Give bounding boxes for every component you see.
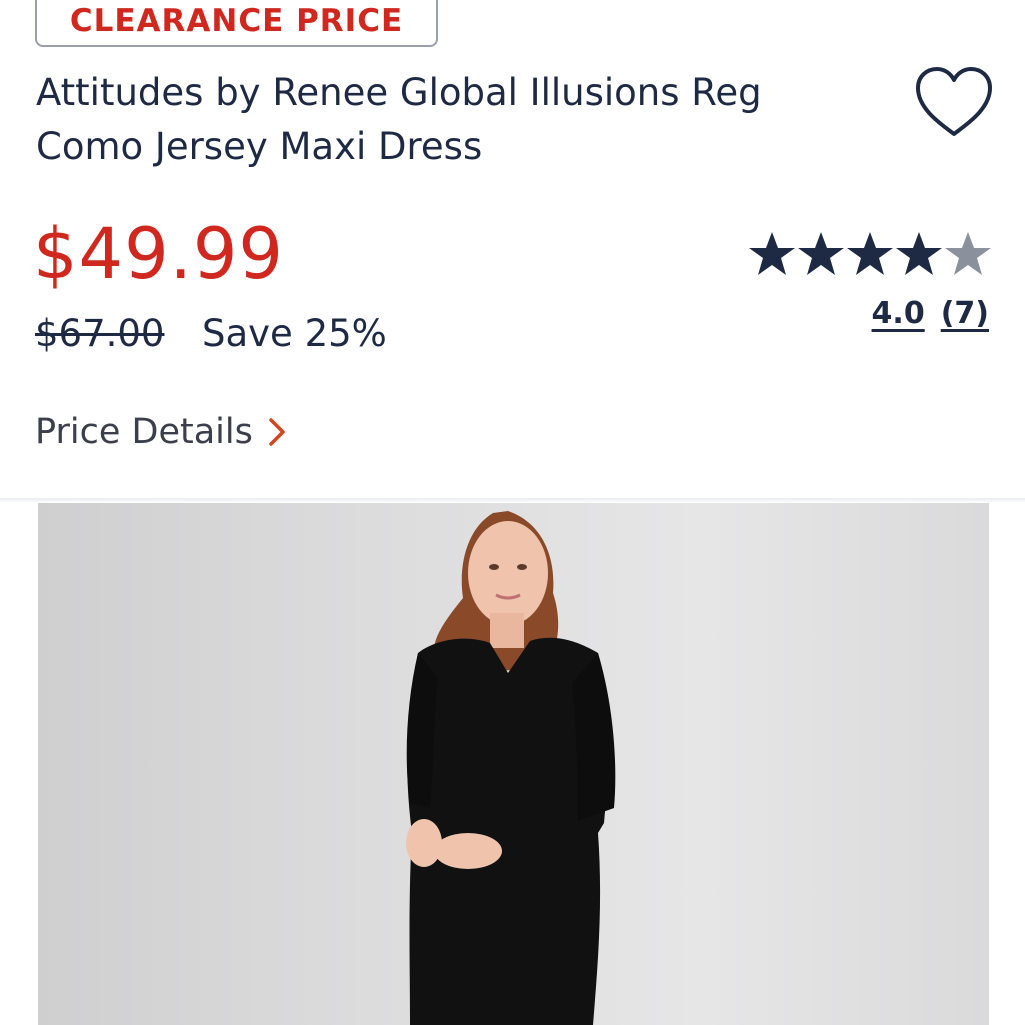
model-photo-illustration xyxy=(406,511,616,1025)
price-details-label: Price Details xyxy=(35,412,253,452)
chevron-right-icon xyxy=(269,418,285,446)
review-count-link[interactable]: (7) xyxy=(941,294,989,334)
savings-text: Save 25% xyxy=(202,312,387,355)
clearance-badge-label: CLEARANCE PRICE xyxy=(69,2,404,39)
clearance-badge: CLEARANCE PRICE xyxy=(35,0,438,47)
product-image[interactable] xyxy=(38,503,989,1025)
current-price: $49.99 xyxy=(33,213,284,295)
price-details-link[interactable]: Price Details xyxy=(35,408,287,456)
star-rating[interactable] xyxy=(748,230,993,280)
star-icon-4 xyxy=(896,232,942,275)
product-title: Attitudes by Renee Global Illusions Reg … xyxy=(36,66,856,174)
product-title-line-1: Attitudes by Renee Global Illusions Reg xyxy=(36,71,762,114)
rating-score-link[interactable]: 4.0 xyxy=(872,294,925,334)
star-icon-2 xyxy=(798,232,844,275)
rating-summary: 4.0 (7) xyxy=(872,294,989,334)
original-price: $67.00 xyxy=(35,312,165,355)
product-title-line-2: Como Jersey Maxi Dress xyxy=(36,125,483,168)
star-icon-5 xyxy=(945,232,991,275)
star-icon-3 xyxy=(847,232,893,275)
star-icon-1 xyxy=(749,232,795,275)
wishlist-heart-icon[interactable] xyxy=(914,66,994,138)
